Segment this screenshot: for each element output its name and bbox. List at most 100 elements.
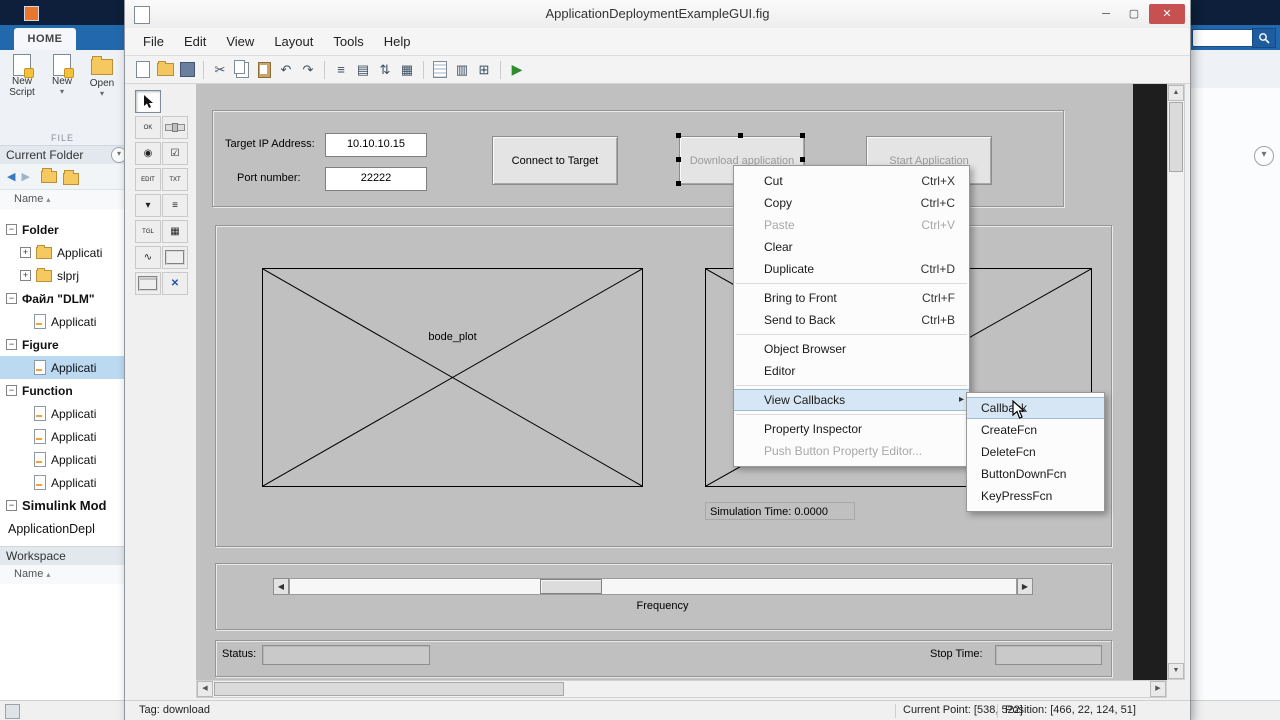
search-input[interactable] — [1192, 29, 1256, 47]
redo-icon[interactable]: ↷ — [298, 60, 318, 80]
port-label[interactable]: Port number: — [237, 172, 301, 184]
selection-handle[interactable] — [676, 157, 681, 162]
guide-close-button[interactable]: ✕ — [1149, 4, 1185, 24]
m-file-editor-icon[interactable] — [430, 60, 450, 80]
submenu-item-deletefcn[interactable]: DeleteFcn — [967, 441, 1104, 463]
slider-thumb[interactable] — [540, 579, 602, 594]
scroll-up-icon[interactable]: ▲ — [1168, 85, 1184, 101]
radio-button-tool[interactable]: ◉ — [135, 142, 161, 165]
frequency-label[interactable]: Frequency — [215, 600, 1110, 612]
selection-handle[interactable] — [800, 157, 805, 162]
target-ip-field[interactable]: 10.10.10.15 — [325, 133, 427, 157]
connect-button[interactable]: Connect to Target — [492, 136, 618, 185]
tree-group-function[interactable]: − Function — [0, 379, 125, 402]
undo-icon[interactable]: ↶ — [276, 60, 296, 80]
forward-icon[interactable]: ▶ — [21, 170, 29, 183]
object-browser-icon[interactable]: ⊞ — [474, 60, 494, 80]
collapse-icon[interactable]: − — [6, 293, 17, 304]
tree-group-folder[interactable]: − Folder — [0, 218, 125, 241]
scroll-left-icon[interactable]: ◀ — [197, 681, 213, 697]
guide-titlebar[interactable]: ApplicationDeploymentExampleGUI.fig ─ ▢ … — [125, 0, 1190, 29]
tab-home[interactable]: HOME — [14, 28, 76, 50]
collapse-panel-icon[interactable]: ▾ — [1254, 146, 1274, 166]
scroll-right-icon[interactable]: ▶ — [1150, 681, 1166, 697]
listbox-tool[interactable]: ≡ — [162, 194, 188, 217]
tree-item-function[interactable]: Applicati — [0, 471, 125, 494]
guide-maximize-button[interactable]: ▢ — [1121, 4, 1147, 24]
context-menu-item-property-inspector[interactable]: Property Inspector — [734, 418, 969, 440]
horizontal-scroll-thumb[interactable] — [214, 682, 564, 696]
menu-tools[interactable]: Tools — [323, 30, 373, 53]
status-icon[interactable] — [5, 704, 20, 719]
new-file-icon[interactable] — [133, 60, 153, 80]
stop-time-field[interactable] — [995, 645, 1102, 665]
edit-text-tool[interactable]: EDIT — [135, 168, 161, 191]
open-button[interactable]: Open ▾ — [82, 54, 122, 98]
tree-item-folder[interactable]: + Applicati — [0, 241, 125, 264]
vertical-scrollbar[interactable]: ▲ ▼ — [1167, 84, 1185, 680]
selection-handle[interactable] — [738, 133, 743, 138]
tree-item-figure-selected[interactable]: Applicati — [0, 356, 125, 379]
frequency-slider[interactable]: ◀ ▶ — [273, 578, 1033, 595]
tree-item-function[interactable]: Applicati — [0, 402, 125, 425]
selection-handle[interactable] — [676, 133, 681, 138]
slider-left-arrow-icon[interactable]: ◀ — [273, 578, 289, 595]
selection-handle[interactable] — [800, 133, 805, 138]
context-menu-item-duplicate[interactable]: Duplicate Ctrl+D — [734, 258, 969, 280]
status-field[interactable] — [262, 645, 430, 665]
new-button[interactable]: New ▾ — [42, 54, 82, 98]
context-menu-item-editor[interactable]: Editor — [734, 360, 969, 382]
expand-icon[interactable]: + — [20, 270, 31, 281]
selection-handle[interactable] — [676, 181, 681, 186]
button-group-tool[interactable] — [135, 272, 161, 295]
axes-tool[interactable]: ∿ — [135, 246, 161, 269]
context-menu-item-copy[interactable]: Copy Ctrl+C — [734, 192, 969, 214]
scroll-down-icon[interactable]: ▼ — [1168, 663, 1184, 679]
cut-icon[interactable]: ✂ — [210, 60, 230, 80]
target-ip-label[interactable]: Target IP Address: — [225, 138, 315, 150]
port-field[interactable]: 22222 — [325, 167, 427, 191]
copy-icon[interactable] — [232, 59, 252, 80]
collapse-icon[interactable]: − — [6, 224, 17, 235]
horizontal-scrollbar[interactable]: ◀ ▶ — [196, 680, 1167, 698]
back-icon[interactable]: ◀ — [7, 170, 15, 183]
status-label[interactable]: Status: — [222, 648, 256, 660]
activex-tool[interactable]: ✕ — [162, 272, 188, 295]
menu-editor-icon[interactable]: ▤ — [353, 60, 373, 80]
submenu-item-callback[interactable]: Callback — [967, 397, 1104, 419]
tree-item-simulink-model[interactable]: ApplicationDepl — [0, 517, 125, 540]
panel-tool[interactable] — [162, 246, 188, 269]
push-button-tool[interactable]: OK — [135, 116, 161, 139]
menu-help[interactable]: Help — [374, 30, 421, 53]
toggle-button-tool[interactable]: TGL — [135, 220, 161, 243]
save-icon[interactable] — [177, 60, 197, 80]
collapse-icon[interactable]: − — [6, 339, 17, 350]
property-inspector-icon[interactable]: ▥ — [452, 60, 472, 80]
toolbar-editor-icon[interactable]: ▦ — [397, 60, 417, 80]
pop-up-menu-tool[interactable]: ▾ — [135, 194, 161, 217]
vertical-scroll-thumb[interactable] — [1169, 102, 1183, 172]
tree-item-function[interactable]: Applicati — [0, 448, 125, 471]
menu-view[interactable]: View — [216, 30, 264, 53]
bode-plot-axes[interactable]: bode_plot — [262, 268, 643, 487]
search-button[interactable] — [1252, 28, 1276, 48]
submenu-item-buttondownfcn[interactable]: ButtonDownFcn — [967, 463, 1104, 485]
tree-item-folder[interactable]: + slprj — [0, 264, 125, 287]
context-menu-item-view-callbacks[interactable]: View Callbacks ▸ — [734, 389, 969, 411]
context-menu-item-object-browser[interactable]: Object Browser — [734, 338, 969, 360]
menu-layout[interactable]: Layout — [264, 30, 323, 53]
menu-edit[interactable]: Edit — [174, 30, 216, 53]
table-tool[interactable]: ▦ — [162, 220, 188, 243]
collapse-icon[interactable]: − — [6, 500, 17, 511]
workspace-name-header[interactable]: Name ▴ — [0, 565, 139, 585]
tree-item-file[interactable]: Applicati — [0, 310, 125, 333]
select-tool[interactable] — [135, 90, 161, 113]
frequency-panel[interactable] — [215, 563, 1112, 630]
tree-group-simulink[interactable]: − Simulink Mod — [0, 494, 125, 517]
tree-group-dlm[interactable]: − Файл "DLM" — [0, 287, 125, 310]
check-box-tool[interactable]: ☑ — [162, 142, 188, 165]
tree-item-function[interactable]: Applicati — [0, 425, 125, 448]
submenu-item-keypressfcn[interactable]: KeyPressFcn — [967, 485, 1104, 507]
browse-folder-icon[interactable] — [62, 170, 79, 185]
static-text-tool[interactable]: TXT — [162, 168, 188, 191]
